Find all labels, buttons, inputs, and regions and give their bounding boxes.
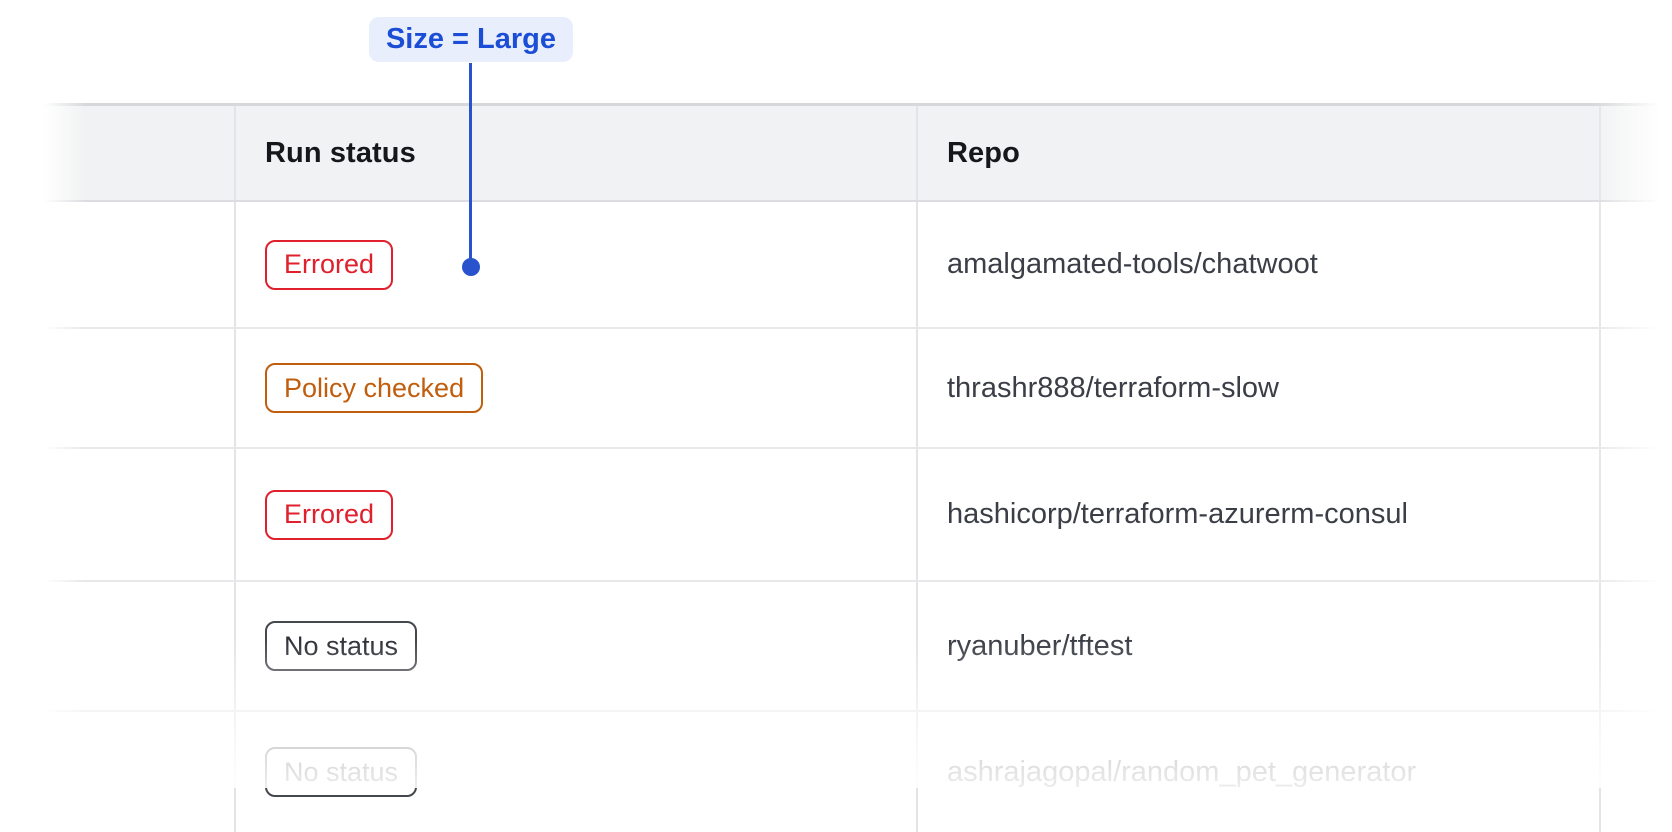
row-leading-cell xyxy=(42,712,234,832)
status-badge: No status xyxy=(265,747,417,797)
run-status-cell: No status xyxy=(234,582,916,710)
run-status-cell: No status xyxy=(234,712,916,832)
run-status-cell: Policy checked xyxy=(234,329,916,447)
table-row[interactable]: Errored amalgamated-tools/chatwoot xyxy=(42,202,1672,329)
table-row[interactable]: No status ryanuber/tftest xyxy=(42,582,1672,712)
run-status-cell: Errored xyxy=(234,449,916,580)
status-badge: Errored xyxy=(265,490,393,540)
repo-name: thrashr888/terraform-slow xyxy=(947,372,1279,405)
row-overflow-cell xyxy=(1599,202,1672,327)
table-header-row: Run status Repo xyxy=(42,103,1672,202)
status-badge: No status xyxy=(265,621,417,671)
runs-table: Run status Repo Errored amalgamated-tool… xyxy=(42,103,1672,832)
annotation-pointer-line xyxy=(469,63,472,259)
row-overflow-cell xyxy=(1599,712,1672,832)
status-badge: Policy checked xyxy=(265,363,483,413)
repo-cell: thrashr888/terraform-slow xyxy=(916,329,1599,447)
repo-cell: hashicorp/terraform-azurerm-consul xyxy=(916,449,1599,580)
row-leading-cell xyxy=(42,329,234,447)
row-overflow-cell xyxy=(1599,329,1672,447)
row-leading-cell xyxy=(42,582,234,710)
row-leading-cell xyxy=(42,449,234,580)
status-badge: Errored xyxy=(265,240,393,290)
table-row[interactable]: Policy checked thrashr888/terraform-slow xyxy=(42,329,1672,449)
header-cell-empty xyxy=(42,106,234,200)
repo-cell: ashrajagopal/random_pet_generator xyxy=(916,712,1599,832)
repo-cell: amalgamated-tools/chatwoot xyxy=(916,202,1599,327)
header-cell-run-status: Run status xyxy=(234,106,916,200)
header-cell-overflow xyxy=(1599,106,1672,200)
run-status-cell: Errored xyxy=(234,202,916,327)
repo-name: ashrajagopal/random_pet_generator xyxy=(947,756,1416,789)
annotation-pointer-dot xyxy=(462,258,480,276)
column-header-repo: Repo xyxy=(947,137,1020,170)
repo-name: amalgamated-tools/chatwoot xyxy=(947,248,1318,281)
repo-name: ryanuber/tftest xyxy=(947,630,1132,663)
table-row[interactable]: No status ashrajagopal/random_pet_genera… xyxy=(42,712,1672,832)
table-row[interactable]: Errored hashicorp/terraform-azurerm-cons… xyxy=(42,449,1672,582)
annotation-label: Size = Large xyxy=(369,17,573,62)
row-overflow-cell xyxy=(1599,582,1672,710)
row-leading-cell xyxy=(42,202,234,327)
header-cell-repo: Repo xyxy=(916,106,1599,200)
row-overflow-cell xyxy=(1599,449,1672,580)
repo-cell: ryanuber/tftest xyxy=(916,582,1599,710)
repo-name: hashicorp/terraform-azurerm-consul xyxy=(947,498,1408,531)
column-header-run-status: Run status xyxy=(265,137,416,170)
